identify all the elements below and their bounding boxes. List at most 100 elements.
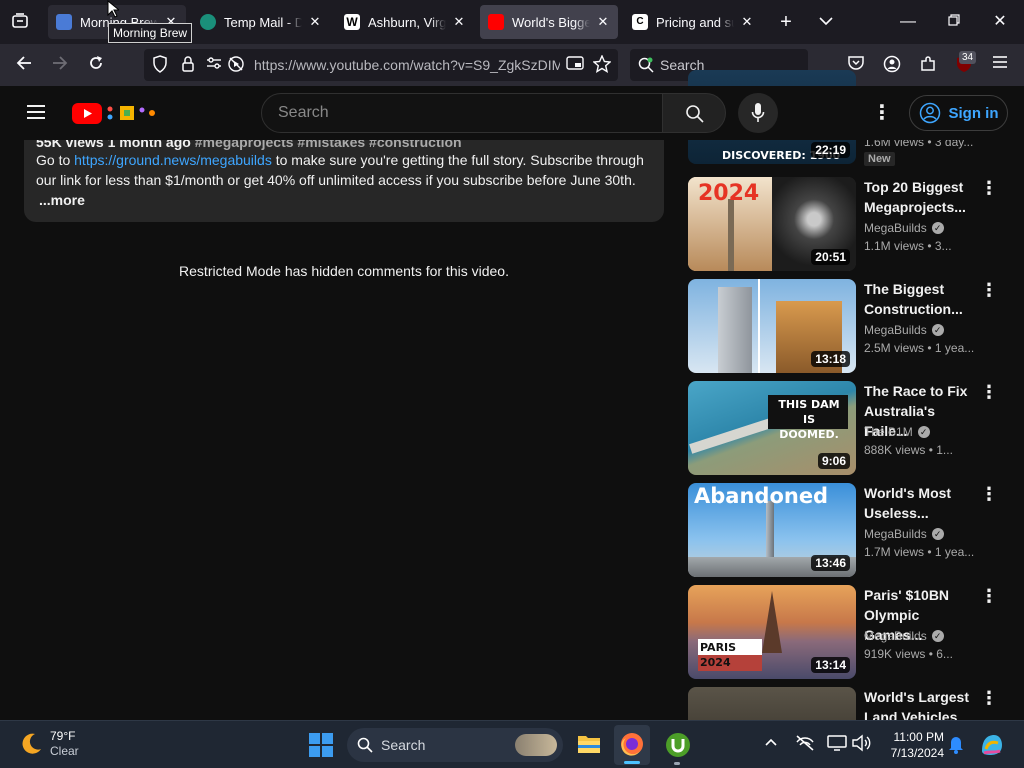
ground-news-link[interactable]: https://ground.news/megabuilds [74, 152, 272, 168]
new-tab-plus-icon[interactable]: + [776, 12, 796, 32]
copilot-icon[interactable] [978, 731, 1006, 764]
voice-search-button[interactable] [738, 93, 778, 133]
file-explorer-icon[interactable] [577, 733, 601, 760]
more-actions-icon[interactable]: ⋮ [980, 485, 998, 503]
tab-list-icon[interactable] [10, 12, 30, 36]
utorrent-icon[interactable] [665, 732, 691, 763]
close-tab-icon[interactable]: ✕ [308, 14, 322, 30]
video-stats: 2.5M views • 1 yea... [864, 341, 975, 355]
url-bar[interactable]: https://www.youtube.com/watch?v=S9_ZgkSz… [144, 49, 618, 81]
close-tab-icon[interactable]: ✕ [452, 14, 466, 30]
video-stats: 1.1M views • 3... [864, 239, 952, 253]
video-title[interactable]: The Biggest Construction... [864, 279, 976, 319]
recommendation-item[interactable]: 2024 20:51 Top 20 Biggest Megaprojects..… [688, 177, 1008, 271]
volume-icon[interactable] [851, 734, 871, 757]
video-title[interactable]: World's Largest Land Vehicles [864, 687, 976, 720]
verified-check-icon: ✓ [917, 426, 930, 438]
video-title[interactable]: World's Most Useless... [864, 483, 976, 523]
forward-arrow-icon[interactable] [50, 55, 70, 77]
guide-menu-icon[interactable] [26, 104, 46, 125]
description-body: Go to https://ground.news/megabuilds to … [36, 150, 652, 190]
tab-ashburn[interactable]: W Ashburn, Virginia ✕ [336, 5, 474, 39]
new-badge: New [864, 152, 895, 166]
window-restore-icon[interactable] [944, 12, 964, 32]
video-stats: 888K views • 1... [864, 443, 953, 457]
more-actions-icon[interactable]: ⋮ [980, 281, 998, 299]
windows-taskbar: 79°F Clear Search 11:00 PM 7/13/2024 [0, 720, 1024, 768]
youtube-logo-icon[interactable] [72, 103, 102, 129]
pricing-favicon-icon: C [632, 14, 648, 30]
channel-name-text: MegaBuilds [864, 221, 927, 235]
description-text-before: Go to [36, 152, 75, 168]
settings-more-icon[interactable]: ⋮ [872, 103, 892, 123]
window-minimize-icon[interactable]: — [898, 12, 918, 32]
channel-name-text: MegaBuilds [864, 323, 927, 337]
recommendation-item[interactable]: THIS DAM IS DOOMED. 9:06 The Race to Fix… [688, 381, 1008, 475]
channel-name[interactable]: MegaBuilds ✓ [864, 323, 944, 337]
taskbar-search-box[interactable]: Search [347, 728, 563, 762]
channel-name[interactable]: MegaBuilds ✓ [864, 221, 944, 235]
weather-temperature: 79°F [50, 729, 76, 743]
url-text[interactable]: https://www.youtube.com/watch?v=S9_ZgkSz… [254, 57, 560, 73]
youtube-search-button[interactable] [662, 93, 726, 133]
tab-temp-mail[interactable]: Temp Mail - Disposable ✕ [192, 5, 330, 39]
video-thumbnail[interactable]: 13:18 [688, 279, 856, 373]
more-actions-icon[interactable]: ⋮ [980, 383, 998, 401]
channel-name[interactable]: The B1M ✓ [864, 425, 930, 439]
show-more-button[interactable]: ...more [39, 190, 652, 210]
thumbnail-divider [758, 279, 760, 373]
system-clock[interactable]: 11:00 PM 7/13/2024 [880, 729, 944, 761]
network-offline-icon[interactable] [795, 734, 815, 757]
video-thumbnail[interactable]: THIS DAM IS DOOMED. 9:06 [688, 381, 856, 475]
channel-name[interactable]: MegaBuilds ✓ [864, 629, 944, 643]
recommendation-item[interactable]: Abandoned 13:46 World's Most Useless... … [688, 483, 1008, 577]
tab-youtube-active[interactable]: World's Biggest ✕ [480, 5, 618, 39]
notification-bell-icon[interactable] [948, 734, 964, 759]
more-actions-icon[interactable]: ⋮ [980, 179, 998, 197]
youtube-search-input[interactable]: Search [261, 93, 663, 133]
firefox-taskbar-button[interactable] [614, 725, 650, 765]
video-duration: 22:19 [811, 142, 850, 158]
active-app-indicator [624, 761, 640, 764]
tab-label: World's Biggest [512, 14, 590, 30]
more-actions-icon[interactable]: ⋮ [980, 587, 998, 605]
sign-in-button[interactable]: Sign in [909, 95, 1008, 131]
verified-check-icon: ✓ [931, 324, 944, 336]
tracking-shield-icon[interactable] [150, 55, 170, 79]
account-circle-icon [919, 102, 940, 124]
video-stats: 919K views • 6... [864, 647, 953, 661]
show-hidden-icons-chevron-icon[interactable] [764, 735, 778, 754]
close-tab-icon[interactable]: ✕ [740, 14, 754, 30]
weather-condition: Clear [50, 744, 79, 758]
video-thumbnail[interactable]: Abandoned 13:46 [688, 483, 856, 577]
windows-start-icon[interactable] [309, 733, 333, 762]
picture-in-picture-icon[interactable] [565, 55, 585, 77]
autoplay-blocked-icon[interactable] [226, 55, 246, 79]
display-icon[interactable] [827, 734, 847, 757]
permissions-icon[interactable] [204, 55, 224, 77]
video-thumbnail[interactable]: 2024 20:51 [688, 177, 856, 271]
close-tab-icon[interactable]: ✕ [596, 14, 610, 30]
video-thumbnail[interactable] [688, 687, 856, 720]
more-actions-icon[interactable]: ⋮ [980, 689, 998, 707]
tab-label: Pricing and subscriptions [656, 14, 734, 30]
video-thumbnail[interactable]: PARIS 2024 13:14 [688, 585, 856, 679]
recommendation-item[interactable]: PARIS 2024 13:14 Paris' $10BN Olympic Ga… [688, 585, 1008, 679]
firefox-icon [621, 733, 643, 756]
verified-check-icon: ✓ [931, 630, 944, 642]
video-title[interactable]: Top 20 Biggest Megaprojects... [864, 177, 976, 217]
weather-widget[interactable]: 79°F Clear [50, 729, 79, 759]
reload-icon[interactable] [86, 55, 106, 77]
recommendation-item[interactable]: 13:18 The Biggest Construction... MegaBu… [688, 279, 1008, 373]
back-arrow-icon[interactable] [14, 55, 34, 77]
tab-pricing[interactable]: C Pricing and subscriptions ✕ [624, 5, 762, 39]
tab-overflow-chevron-icon[interactable] [816, 12, 836, 32]
bookmark-star-icon[interactable] [592, 54, 612, 79]
moon-weather-icon[interactable] [18, 731, 44, 762]
lock-icon[interactable] [178, 55, 198, 79]
channel-name[interactable]: MegaBuilds ✓ [864, 527, 944, 541]
channel-name-text: MegaBuilds [864, 629, 927, 643]
verified-check-icon: ✓ [931, 222, 944, 234]
window-close-icon[interactable]: ✕ [990, 12, 1010, 32]
recommendation-item[interactable]: World's Largest Land Vehicles ⋮ [688, 687, 1008, 720]
